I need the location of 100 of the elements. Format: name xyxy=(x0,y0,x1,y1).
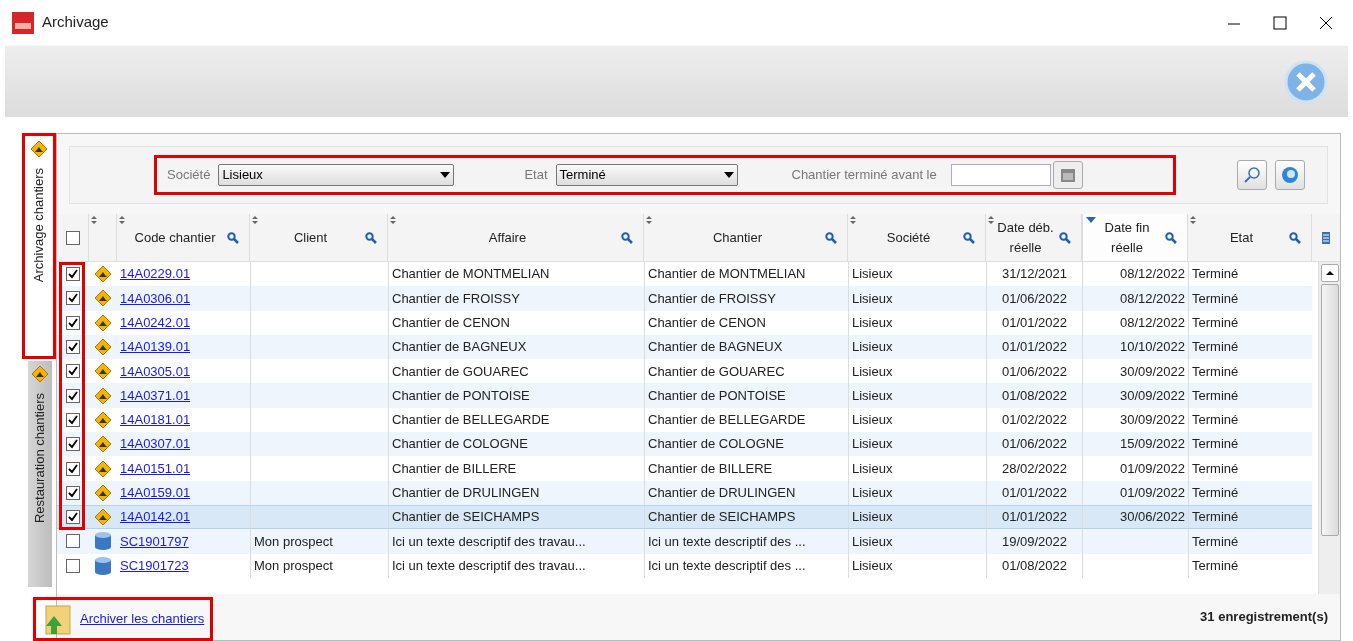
code-link[interactable]: 14A0142.01 xyxy=(120,507,191,527)
column-header[interactable]: Affaire xyxy=(388,214,644,261)
filter-label: Chantier terminé avant le xyxy=(791,166,937,185)
checkbox[interactable] xyxy=(66,485,80,500)
maximize-icon[interactable] xyxy=(1273,15,1287,30)
sort-arrows-icon[interactable] xyxy=(850,216,856,224)
filter-label: Société xyxy=(167,166,211,185)
table-cell-text: 01/08/2022 xyxy=(1001,386,1068,405)
code-link[interactable]: 14A0305.01 xyxy=(120,361,191,382)
refresh-button[interactable] xyxy=(1275,160,1305,190)
sort-arrows-icon[interactable] xyxy=(390,216,396,224)
checkbox[interactable] xyxy=(66,461,80,476)
table-cell-text: Terminé xyxy=(1192,265,1239,284)
construction-sign-icon xyxy=(94,435,112,454)
checkbox[interactable] xyxy=(66,510,80,525)
checkbox[interactable] xyxy=(66,364,80,379)
table-cell-text: Terminé xyxy=(1192,386,1239,405)
table-row[interactable]: 14A0159.01 Chantier de DRULINGEN Chantier de DRULINGEN Lisieux 01/01/2022 01/09/2022 Terminé xyxy=(57,480,1312,505)
table-cell-text: Terminé xyxy=(1192,484,1239,503)
checkbox[interactable] xyxy=(66,534,80,549)
table-cell-text: Ici un texte descriptif des travau... xyxy=(392,532,586,551)
checkbox[interactable] xyxy=(65,230,80,245)
checkbox[interactable] xyxy=(66,315,80,330)
search-icon xyxy=(1243,166,1261,184)
table-cell-text: 01/06/2022 xyxy=(1001,435,1068,454)
sort-arrows-icon[interactable] xyxy=(988,216,994,224)
table-row[interactable]: 14A0306.01 Chantier de FROISSY Chantier de FROISSY Lisieux 01/06/2022 08/12/2022 Terminé xyxy=(57,286,1312,311)
etat-select[interactable]: Terminé xyxy=(555,164,738,186)
calendar-button[interactable] xyxy=(1052,161,1083,189)
table-cell-text: 01/06/2022 xyxy=(1001,289,1068,308)
column-header[interactable]: Société xyxy=(848,214,986,261)
table-cell-text: 01/06/2022 xyxy=(1001,362,1068,381)
sort-arrows-icon[interactable] xyxy=(1190,216,1196,224)
code-link[interactable]: 14A0181.01 xyxy=(120,410,191,430)
code-link[interactable]: 14A0159.01 xyxy=(120,483,191,503)
code-link[interactable]: SC1901797 xyxy=(120,531,189,552)
table-cell-text: Terminé xyxy=(1192,314,1239,332)
table-cell-text: 01/01/2022 xyxy=(1001,484,1068,503)
scrollbar[interactable] xyxy=(1318,262,1340,594)
table-row[interactable]: 14A0371.01 Chantier de PONTOISE Chantier de PONTOISE Lisieux 01/08/2022 30/09/2022 Terminé xyxy=(57,383,1312,408)
checkbox[interactable] xyxy=(66,388,80,403)
filter-label: Etat xyxy=(524,166,548,185)
table-row[interactable]: 14A0307.01 Chantier de COLOGNE Chantier de COLOGNE Lisieux 01/06/2022 15/09/2022 Terminé xyxy=(57,432,1312,457)
column-header[interactable]: Chantier xyxy=(644,214,848,261)
table-cell-text: Terminé xyxy=(1192,338,1239,357)
side-tab[interactable]: Archivage chantiers xyxy=(22,133,56,359)
sort-arrows-icon[interactable] xyxy=(119,216,125,224)
database-icon xyxy=(94,531,112,552)
sort-arrows-icon[interactable] xyxy=(252,216,258,224)
table-cell-text: 01/08/2022 xyxy=(1001,556,1068,575)
table-row[interactable]: 14A0142.01 Chantier de SEICHAMPS Chantier de SEICHAMPS Lisieux 01/01/2022 30/06/2022 Terminé xyxy=(57,504,1312,530)
column-header[interactable]: Code chantier xyxy=(117,214,250,261)
column-chooser-icon[interactable] xyxy=(1321,230,1331,245)
close-icon[interactable] xyxy=(1319,15,1333,30)
construction-sign-icon xyxy=(31,365,49,383)
search-icon[interactable] xyxy=(963,231,975,244)
table-cell-text: Chantier de SEICHAMPS xyxy=(392,508,540,527)
table-cell-text: 31/12/2021 xyxy=(1001,265,1068,284)
search-icon[interactable] xyxy=(825,231,837,244)
search-icon[interactable] xyxy=(1289,231,1301,244)
code-link[interactable]: SC1901723 xyxy=(120,555,189,576)
date-field[interactable] xyxy=(950,164,1051,186)
search-icon[interactable] xyxy=(621,231,633,244)
column-header[interactable]: Date fin réelle xyxy=(1082,214,1188,261)
table-cell-text: Lisieux xyxy=(852,484,893,503)
code-link[interactable]: 14A0242.01 xyxy=(120,313,191,333)
table-cell-text: Chantier de DRULINGEN xyxy=(648,484,796,503)
archive-link[interactable]: Archiver les chantiers xyxy=(80,609,205,629)
table-cell-text: 01/01/2022 xyxy=(1001,338,1068,357)
sort-arrows-icon[interactable] xyxy=(91,216,97,224)
search-icon[interactable] xyxy=(365,231,377,244)
table-row[interactable]: SC1901797 Mon prospect Ici un texte descriptif des travau... Ici un texte descriptif des ... Lisieux 19/09/2022 Terminé xyxy=(57,529,1312,554)
table-row[interactable]: 14A0139.01 Chantier de BAGNEUX Chantier de BAGNEUX Lisieux 01/01/2022 10/10/2022 Terminé xyxy=(57,334,1312,360)
search-icon[interactable] xyxy=(1059,231,1071,244)
checkbox[interactable] xyxy=(66,340,80,355)
checkbox[interactable] xyxy=(66,437,80,452)
table-cell-text: Terminé xyxy=(1192,556,1239,575)
code-link[interactable]: 14A0229.01 xyxy=(120,264,191,284)
refresh-icon xyxy=(1280,165,1300,185)
table-cell-text: Chantier de PONTOISE xyxy=(392,386,530,405)
calendar-icon xyxy=(1059,167,1076,183)
code-link[interactable]: 14A0151.01 xyxy=(120,458,191,479)
code-link[interactable]: 14A0306.01 xyxy=(120,288,191,309)
checkbox[interactable] xyxy=(66,412,80,427)
search-icon[interactable] xyxy=(1165,231,1177,244)
search-button[interactable] xyxy=(1237,160,1267,190)
search-icon[interactable] xyxy=(227,231,239,244)
code-link[interactable]: 14A0371.01 xyxy=(120,385,191,406)
societe-select[interactable]: Lisieux xyxy=(218,164,455,186)
side-tab[interactable]: Restauration chantiers xyxy=(28,361,52,587)
code-link[interactable]: 14A0139.01 xyxy=(120,337,191,357)
column-header[interactable]: Etat xyxy=(1188,214,1312,261)
column-header[interactable]: Client xyxy=(250,214,388,261)
checkbox[interactable] xyxy=(66,267,80,282)
table-cell-text: 30/09/2022 xyxy=(1119,386,1185,405)
checkbox[interactable] xyxy=(66,291,80,306)
checkbox[interactable] xyxy=(66,558,80,573)
sort-arrows-icon[interactable] xyxy=(646,216,652,224)
construction-sign-icon xyxy=(94,338,112,357)
code-link[interactable]: 14A0307.01 xyxy=(120,434,191,454)
